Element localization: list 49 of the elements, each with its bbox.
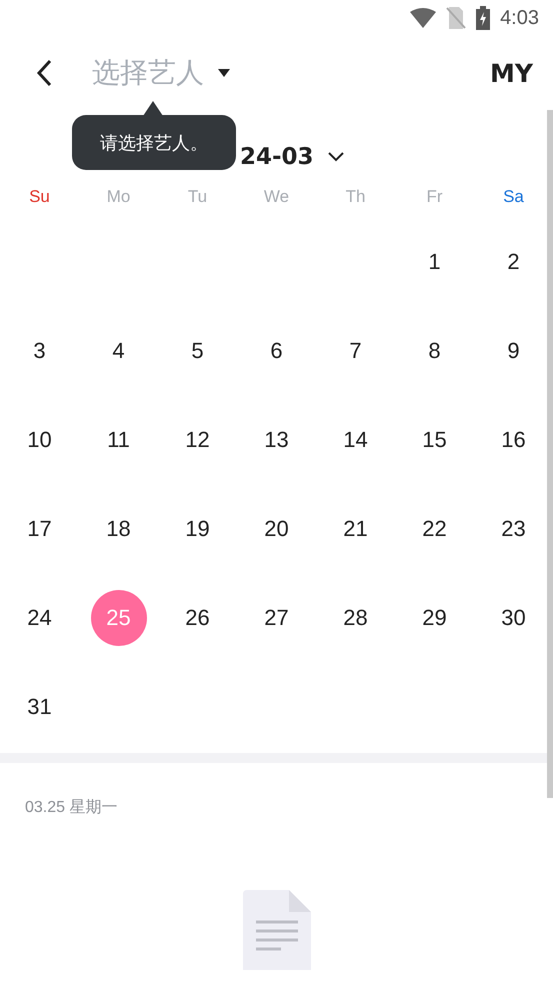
calendar-day[interactable]: 16 <box>486 412 542 468</box>
calendar-day[interactable]: 24 <box>12 590 68 646</box>
my-button[interactable]: MY <box>490 58 533 88</box>
calendar-day[interactable]: 23 <box>486 500 542 556</box>
weekday-label: We <box>264 187 290 207</box>
calendar-day[interactable]: 11 <box>90 412 146 468</box>
no-sim-icon <box>446 7 466 29</box>
weekday-label: Sa <box>503 187 524 207</box>
calendar-day[interactable]: 21 <box>328 500 384 556</box>
calendar-day[interactable]: 10 <box>12 412 68 468</box>
calendar-day[interactable]: 14 <box>328 412 384 468</box>
calendar-day[interactable]: 12 <box>170 412 226 468</box>
back-icon <box>36 59 52 87</box>
calendar-day[interactable]: 2 <box>486 234 542 290</box>
weekday-label: Fr <box>426 187 443 207</box>
calendar-day[interactable]: 13 <box>248 412 304 468</box>
selected-date: 03.25 星期一 <box>24 798 118 818</box>
calendar-day[interactable]: 30 <box>486 590 542 646</box>
tooltip: 请选择艺人。 <box>72 115 236 170</box>
calendar-day[interactable]: 19 <box>170 500 226 556</box>
calendar-day[interactable]: 15 <box>406 412 462 468</box>
calendar-day[interactable]: 22 <box>406 500 462 556</box>
calendar-day[interactable]: 3 <box>12 322 68 378</box>
weekday-label: Su <box>29 187 50 207</box>
calendar-day[interactable]: 5 <box>170 322 226 378</box>
calendar-day[interactable]: 31 <box>12 678 68 734</box>
battery-icon <box>476 6 490 30</box>
chevron-down-icon <box>328 152 344 162</box>
calendar-day[interactable]: 9 <box>486 322 542 378</box>
calendar-day[interactable]: 27 <box>248 590 304 646</box>
wifi-icon <box>410 8 436 28</box>
calendar-day[interactable]: 26 <box>170 590 226 646</box>
caret-icon <box>218 69 230 77</box>
calendar-day[interactable]: 29 <box>406 590 462 646</box>
calendar-day[interactable]: 18 <box>90 500 146 556</box>
calendar-day[interactable]: 20 <box>248 500 304 556</box>
document-icon <box>242 890 310 970</box>
calendar-day[interactable]: 7 <box>328 322 384 378</box>
month-picker[interactable]: 24-03 <box>240 144 344 170</box>
calendar-day[interactable]: 8 <box>406 322 462 378</box>
calendar-day[interactable]: 4 <box>90 322 146 378</box>
calendar-day[interactable]: 28 <box>328 590 384 646</box>
calendar-day[interactable]: 17 <box>12 500 68 556</box>
calendar-day[interactable]: 1 <box>406 234 462 290</box>
status-time: 4:03 <box>500 6 539 30</box>
weekday-label: Tu <box>188 187 208 207</box>
calendar-day[interactable]: 6 <box>248 322 304 378</box>
weekday-label: Th <box>346 187 366 207</box>
weekday-label: Mo <box>106 187 130 207</box>
